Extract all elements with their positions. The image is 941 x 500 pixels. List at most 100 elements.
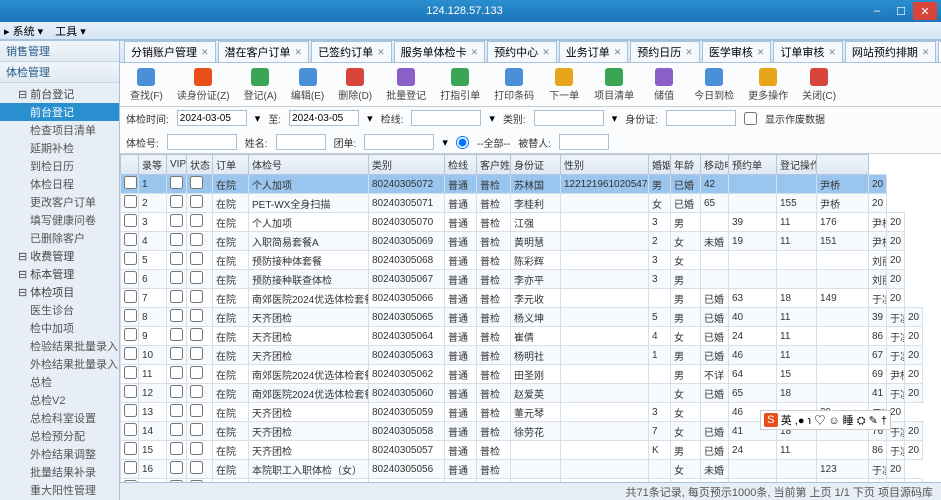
cell-checkbox[interactable]: [170, 347, 183, 360]
show-void-checkbox[interactable]: [744, 112, 757, 125]
sidebar-subitem[interactable]: 到检日历: [0, 157, 119, 175]
tab[interactable]: 已签约订单✕: [311, 41, 392, 62]
tab[interactable]: 预约中心✕: [487, 41, 557, 62]
column-header[interactable]: 年龄: [671, 155, 701, 175]
sidebar-subitem[interactable]: 总检科室设置: [0, 409, 119, 427]
row-checkbox[interactable]: [124, 214, 137, 227]
sidebar-subitem[interactable]: 重大阳性管理: [0, 481, 119, 499]
cell-checkbox[interactable]: [170, 233, 183, 246]
column-header[interactable]: 登记操作者: [777, 155, 817, 175]
row-checkbox[interactable]: [124, 385, 137, 398]
cell-checkbox[interactable]: [190, 347, 203, 360]
column-header[interactable]: 订单: [213, 155, 249, 175]
cell-checkbox[interactable]: [190, 233, 203, 246]
sidebar-group[interactable]: 体检管理: [0, 62, 119, 83]
column-header[interactable]: 检线: [445, 155, 477, 175]
cell-checkbox[interactable]: [190, 366, 203, 379]
row-checkbox[interactable]: [124, 252, 137, 265]
cell-checkbox[interactable]: [190, 195, 203, 208]
cell-checkbox[interactable]: [170, 195, 183, 208]
table-row[interactable]: 3在院个人加项80240305070普通普检江强3男3911176尹桥20: [121, 213, 941, 232]
cell-checkbox[interactable]: [170, 176, 183, 189]
cell-checkbox[interactable]: [170, 309, 183, 322]
row-checkbox[interactable]: [124, 176, 137, 189]
cell-checkbox[interactable]: [190, 252, 203, 265]
sidebar-subitem[interactable]: 填写健康问卷: [0, 211, 119, 229]
row-checkbox[interactable]: [124, 347, 137, 360]
column-header[interactable]: 类别: [369, 155, 445, 175]
cell-checkbox[interactable]: [190, 271, 203, 284]
column-header[interactable]: [817, 155, 869, 175]
cell-checkbox[interactable]: [170, 461, 183, 474]
cell-checkbox[interactable]: [170, 404, 183, 417]
cell-checkbox[interactable]: [170, 442, 183, 455]
window-maximize-button[interactable]: ☐: [889, 2, 913, 20]
cell-checkbox[interactable]: [170, 385, 183, 398]
sidebar-subitem[interactable]: 检查项目清单: [0, 121, 119, 139]
table-row[interactable]: 10在院天齐团检80240305063普通普检杨明社1男已婚461167于凌雅2…: [121, 346, 941, 365]
tab[interactable]: 业务订单✕: [559, 41, 629, 62]
row-checkbox[interactable]: [124, 328, 137, 341]
toolbar-button[interactable]: 删除(D): [334, 66, 376, 104]
tab-close-icon[interactable]: ✕: [922, 47, 930, 58]
window-close-button[interactable]: ✕: [913, 2, 937, 20]
tab[interactable]: 分销账户管理✕: [124, 41, 216, 62]
cell-checkbox[interactable]: [190, 385, 203, 398]
table-row[interactable]: 8在院天齐团检80240305065普通普检杨义坤5男已婚401139于凌雅20: [121, 308, 941, 327]
cell-checkbox[interactable]: [190, 328, 203, 341]
name-input[interactable]: [276, 134, 326, 150]
cell-checkbox[interactable]: [190, 309, 203, 322]
ime-widget[interactable]: S 英 ,● ℩ ♡ ☺ 睡 ⛭ ✎ †: [760, 410, 891, 430]
table-row[interactable]: 1在院个人加项80240305072普通普检苏林国122121961020547…: [121, 175, 941, 194]
sidebar-subitem[interactable]: 检中加项: [0, 319, 119, 337]
cell-checkbox[interactable]: [170, 290, 183, 303]
tab[interactable]: 潜在客户订单✕: [218, 41, 310, 62]
row-checkbox[interactable]: [124, 290, 137, 303]
table-row[interactable]: 12在院南郊医院2024优选体检套餐80240305060普通普检赵爱英女已婚6…: [121, 384, 941, 403]
group-input[interactable]: [364, 134, 434, 150]
toolbar-button[interactable]: 储值: [644, 66, 684, 104]
cell-checkbox[interactable]: [170, 214, 183, 227]
tab-close-icon[interactable]: ✕: [685, 47, 693, 58]
row-checkbox[interactable]: [124, 309, 137, 322]
table-row[interactable]: 4在院入职简易套餐A80240305069普通普检黄明慧2女未婚1911151尹…: [121, 232, 941, 251]
tab-close-icon[interactable]: ✕: [828, 47, 836, 58]
table-row[interactable]: 7在院南郊医院2024优选体检套餐80240305066普通普检李元收男已婚63…: [121, 289, 941, 308]
sidebar-item[interactable]: ⊟ 标本管理: [0, 265, 119, 283]
tab-close-icon[interactable]: ✕: [377, 47, 385, 58]
cell-checkbox[interactable]: [170, 271, 183, 284]
sidebar-item[interactable]: ⊟ 收费管理: [0, 247, 119, 265]
tab[interactable]: 预约日历✕: [630, 41, 700, 62]
table-row[interactable]: 11在院南郊医院2024优选体检套餐80240305062普通普检田圣刚男不详6…: [121, 365, 941, 384]
cell-checkbox[interactable]: [190, 214, 203, 227]
tab[interactable]: 网站预约排期✕: [845, 41, 937, 62]
row-checkbox[interactable]: [124, 195, 137, 208]
tab-close-icon[interactable]: ✕: [542, 47, 550, 58]
toolbar-button[interactable]: 打指引单: [436, 66, 484, 104]
sidebar-subitem[interactable]: 检验结果批量录入: [0, 337, 119, 355]
cell-checkbox[interactable]: [190, 176, 203, 189]
window-minimize-button[interactable]: –: [865, 2, 889, 20]
column-header[interactable]: VIP: [167, 155, 187, 175]
column-header[interactable]: 状态: [187, 155, 213, 175]
examnum-input[interactable]: [167, 134, 237, 150]
column-header[interactable]: 婚姻: [649, 155, 671, 175]
toolbar-button[interactable]: 关闭(C): [798, 66, 840, 104]
cell-checkbox[interactable]: [190, 290, 203, 303]
toolbar-button[interactable]: 更多操作: [744, 66, 792, 104]
sidebar-group[interactable]: 销售管理: [0, 41, 119, 62]
sidebar-subitem[interactable]: 延期补检: [0, 139, 119, 157]
row-checkbox[interactable]: [124, 423, 137, 436]
table-row[interactable]: 15在院天齐团检80240305057普通普检K男已婚241186于凌雅20: [121, 441, 941, 460]
cell-checkbox[interactable]: [170, 252, 183, 265]
column-header[interactable]: 性别: [561, 155, 649, 175]
replace-input[interactable]: [559, 134, 609, 150]
table-row[interactable]: 2在院PET-WX全身扫描80240305071普通普检李桂利女已婚65155尹…: [121, 194, 941, 213]
tab-close-icon[interactable]: ✕: [614, 47, 622, 58]
column-header[interactable]: 移动电话: [701, 155, 729, 175]
toolbar-button[interactable]: 登记(A): [240, 66, 281, 104]
cell-checkbox[interactable]: [190, 404, 203, 417]
tab-close-icon[interactable]: ✕: [295, 47, 303, 58]
date-to-input[interactable]: [289, 110, 359, 126]
toolbar-button[interactable]: 今日到检: [690, 66, 738, 104]
